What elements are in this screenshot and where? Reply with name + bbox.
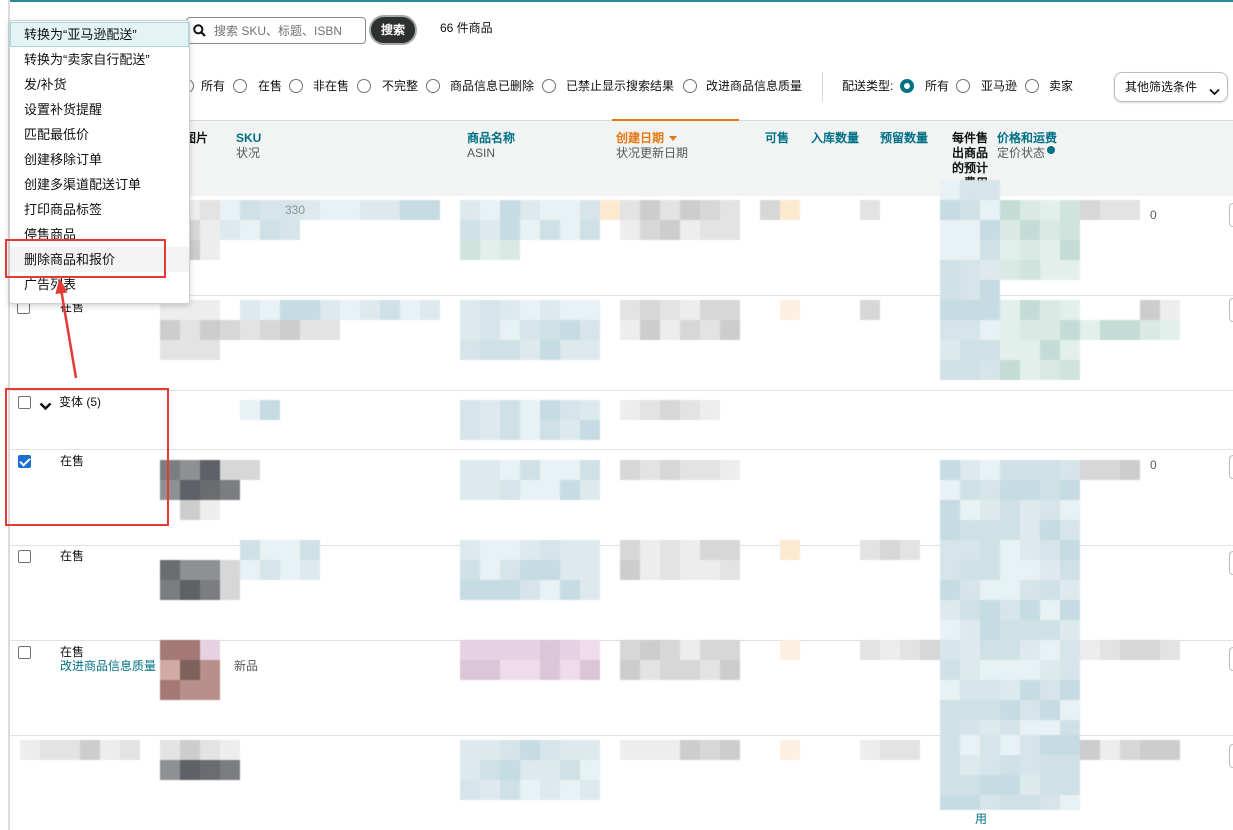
annotation-arrow <box>55 278 78 379</box>
inventory-page: 搜索 66 件商品 所有 在售 非在售 不完整 商品信息已删除 已禁止显示搜索结… <box>0 0 1233 830</box>
annotation-arrow-shaft <box>60 291 78 379</box>
annotation-arrow-head <box>55 278 68 294</box>
